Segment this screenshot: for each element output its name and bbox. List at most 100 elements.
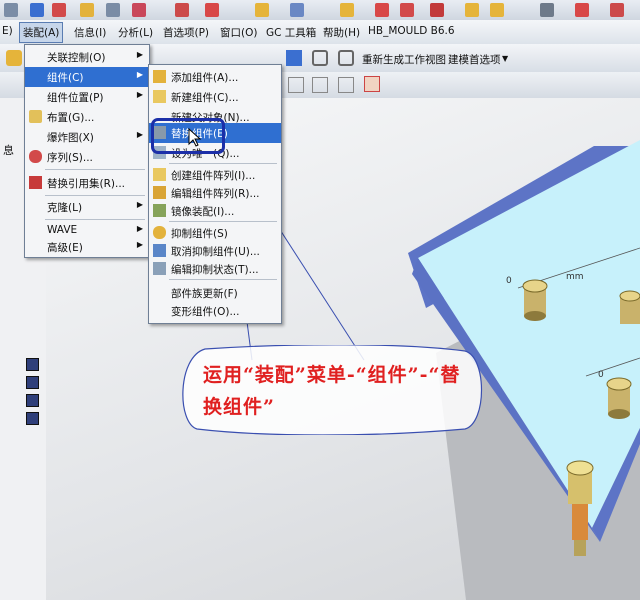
- menu-help[interactable]: 帮助(H): [323, 25, 360, 40]
- toolbar-icon[interactable]: [338, 77, 354, 93]
- chevron-right-icon: ▶: [136, 90, 143, 99]
- regen-work-view-button[interactable]: 重新生成工作视图: [362, 52, 446, 67]
- chevron-right-icon: ▶: [136, 200, 143, 209]
- toolbar-icon[interactable]: [132, 3, 146, 17]
- arrangement-icon: [29, 110, 42, 123]
- toolbar-icon[interactable]: [465, 3, 479, 17]
- chevron-right-icon: ▶: [136, 224, 143, 233]
- toolbar-icon[interactable]: [288, 77, 304, 93]
- unsuppress-icon: [153, 244, 166, 257]
- add-component-icon: [153, 70, 166, 83]
- toolbar-icon[interactable]: [6, 50, 22, 66]
- chevron-right-icon: ▶: [136, 50, 143, 59]
- dimension-label: 0: [598, 370, 604, 380]
- toolbar-icon[interactable]: [290, 3, 304, 17]
- save-icon[interactable]: [26, 358, 39, 371]
- toolbar-icon[interactable]: [375, 3, 389, 17]
- menu-separator: [169, 163, 277, 164]
- menu-item-arrangements[interactable]: 布置(G)...: [25, 107, 149, 127]
- save-icon[interactable]: [26, 376, 39, 389]
- toolbar-icon[interactable]: [175, 3, 189, 17]
- reference-set-icon: [29, 176, 42, 189]
- menu-item-part-family-update[interactable]: 部件族更新(F): [149, 283, 281, 303]
- menu-item-cloning[interactable]: 克隆(L) ▶: [25, 197, 149, 217]
- menu-item-suppress-component[interactable]: 抑制组件(S): [149, 223, 281, 243]
- menu-item-replace-reference-set[interactable]: 替换引用集(R)...: [25, 173, 149, 193]
- top-icon-strip: [0, 0, 640, 21]
- toolbar-icon[interactable]: [52, 3, 66, 17]
- toolbar-icon[interactable]: [312, 50, 328, 66]
- toolbar-icon[interactable]: [400, 3, 414, 17]
- toolbar-icon[interactable]: [490, 3, 504, 17]
- assembly-menu: 关联控制(O) ▶ 组件(C) ▶ 组件位置(P) ▶ 布置(G)... 爆炸图(X)…: [24, 44, 150, 258]
- menu-separator: [45, 195, 145, 196]
- instruction-callout: 运用“装配”菜单-“组件”-“替换组件”: [175, 345, 485, 435]
- menu-analysis[interactable]: 分析(L): [118, 25, 153, 40]
- menu-item-associative-control[interactable]: 关联控制(O) ▶: [25, 47, 149, 67]
- menu-item-exploded-views[interactable]: 爆炸图(X) ▶: [25, 127, 149, 147]
- menu-item-new-component[interactable]: 新建组件(C)...: [149, 87, 281, 107]
- dimension-unit-label: mm: [566, 272, 584, 282]
- toolbar-icon[interactable]: [540, 3, 554, 17]
- mirror-assembly-icon: [153, 204, 166, 217]
- mouse-cursor-icon: [188, 128, 202, 147]
- panel-tab-label[interactable]: 息: [3, 142, 14, 158]
- menu-separator: [169, 221, 277, 222]
- suppress-icon: [153, 226, 166, 239]
- chevron-right-icon: ▶: [136, 70, 143, 79]
- toolbar-icon[interactable]: [80, 3, 94, 17]
- box-icon[interactable]: [364, 76, 380, 92]
- dimension-label: 0: [506, 276, 512, 286]
- toolbar-icon[interactable]: [338, 50, 354, 66]
- callout-text: 运用“装配”菜单-“组件”-“替换组件”: [203, 364, 461, 418]
- menu-item-component-position[interactable]: 组件位置(P) ▶: [25, 87, 149, 107]
- sequence-icon: [29, 150, 42, 163]
- toolbar-icon[interactable]: [575, 3, 589, 17]
- menu-info[interactable]: 信息(I): [74, 25, 106, 40]
- modeling-preferences-button[interactable]: 建模首选项: [448, 52, 501, 67]
- suppression-state-icon: [153, 262, 166, 275]
- toolbar-icon[interactable]: [30, 3, 44, 17]
- menu-item-sequence[interactable]: 序列(S)...: [25, 147, 149, 167]
- chevron-right-icon: ▶: [136, 240, 143, 249]
- components-submenu: 添加组件(A)... 新建组件(C)... 新建父对象(N)... 替换组件(E…: [148, 64, 282, 324]
- menu-separator: [169, 279, 277, 280]
- menu-item-mirror-assembly[interactable]: 镜像装配(I)...: [149, 201, 281, 221]
- toolbar-icon[interactable]: [610, 3, 624, 17]
- toolbar-icon[interactable]: [312, 77, 328, 93]
- menu-item-create-component-array[interactable]: 创建组件阵列(I)...: [149, 165, 281, 185]
- menu-item-components[interactable]: 组件(C) ▶: [25, 67, 149, 87]
- edit-array-icon: [153, 186, 166, 199]
- toolbar-icon[interactable]: [255, 3, 269, 17]
- menu-separator: [45, 219, 145, 220]
- toolbar-icon[interactable]: [430, 3, 444, 17]
- save-icon[interactable]: [26, 394, 39, 407]
- toolbar-icon[interactable]: [4, 3, 18, 17]
- menubar: E) 装配(A) 信息(I) 分析(L) 首选项(P) 窗口(O) GC 工具箱…: [0, 20, 640, 45]
- menu-item-edit-component-array[interactable]: 编辑组件阵列(R)...: [149, 183, 281, 203]
- menu-item-add-component[interactable]: 添加组件(A)...: [149, 67, 281, 87]
- new-component-icon: [153, 90, 166, 103]
- menu-hb-mould[interactable]: HB_MOULD B6.6: [368, 25, 455, 37]
- bolt: [619, 290, 640, 324]
- toolbar-icon[interactable]: [106, 3, 120, 17]
- toolbar-icon[interactable]: [340, 3, 354, 17]
- menu-separator: [45, 169, 145, 170]
- bolt: [606, 377, 632, 419]
- menu-item-edit-suppression-state[interactable]: 编辑抑制状态(T)...: [149, 259, 281, 279]
- menu-item-deformable-component[interactable]: 变形组件(O)...: [149, 301, 281, 321]
- toolbar-icon[interactable]: [205, 3, 219, 17]
- bolt: [522, 279, 548, 321]
- chevron-right-icon: ▶: [136, 130, 143, 139]
- toolbar-icon[interactable]: [286, 50, 302, 66]
- menu-edit-fragment[interactable]: E): [2, 25, 13, 37]
- save-icon[interactable]: [26, 412, 39, 425]
- menu-window[interactable]: 窗口(O): [220, 25, 257, 40]
- menu-gc-toolbox[interactable]: GC 工具箱: [266, 25, 316, 40]
- menu-preferences[interactable]: 首选项(P): [163, 25, 209, 40]
- menu-item-unsuppress-component[interactable]: 取消抑制组件(U)...: [149, 241, 281, 261]
- menu-item-advanced[interactable]: 高级(E) ▶: [25, 237, 149, 257]
- chevron-down-icon[interactable]: ▼: [502, 54, 508, 63]
- menu-assembly[interactable]: 装配(A): [19, 22, 64, 43]
- component-array-icon: [153, 168, 166, 181]
